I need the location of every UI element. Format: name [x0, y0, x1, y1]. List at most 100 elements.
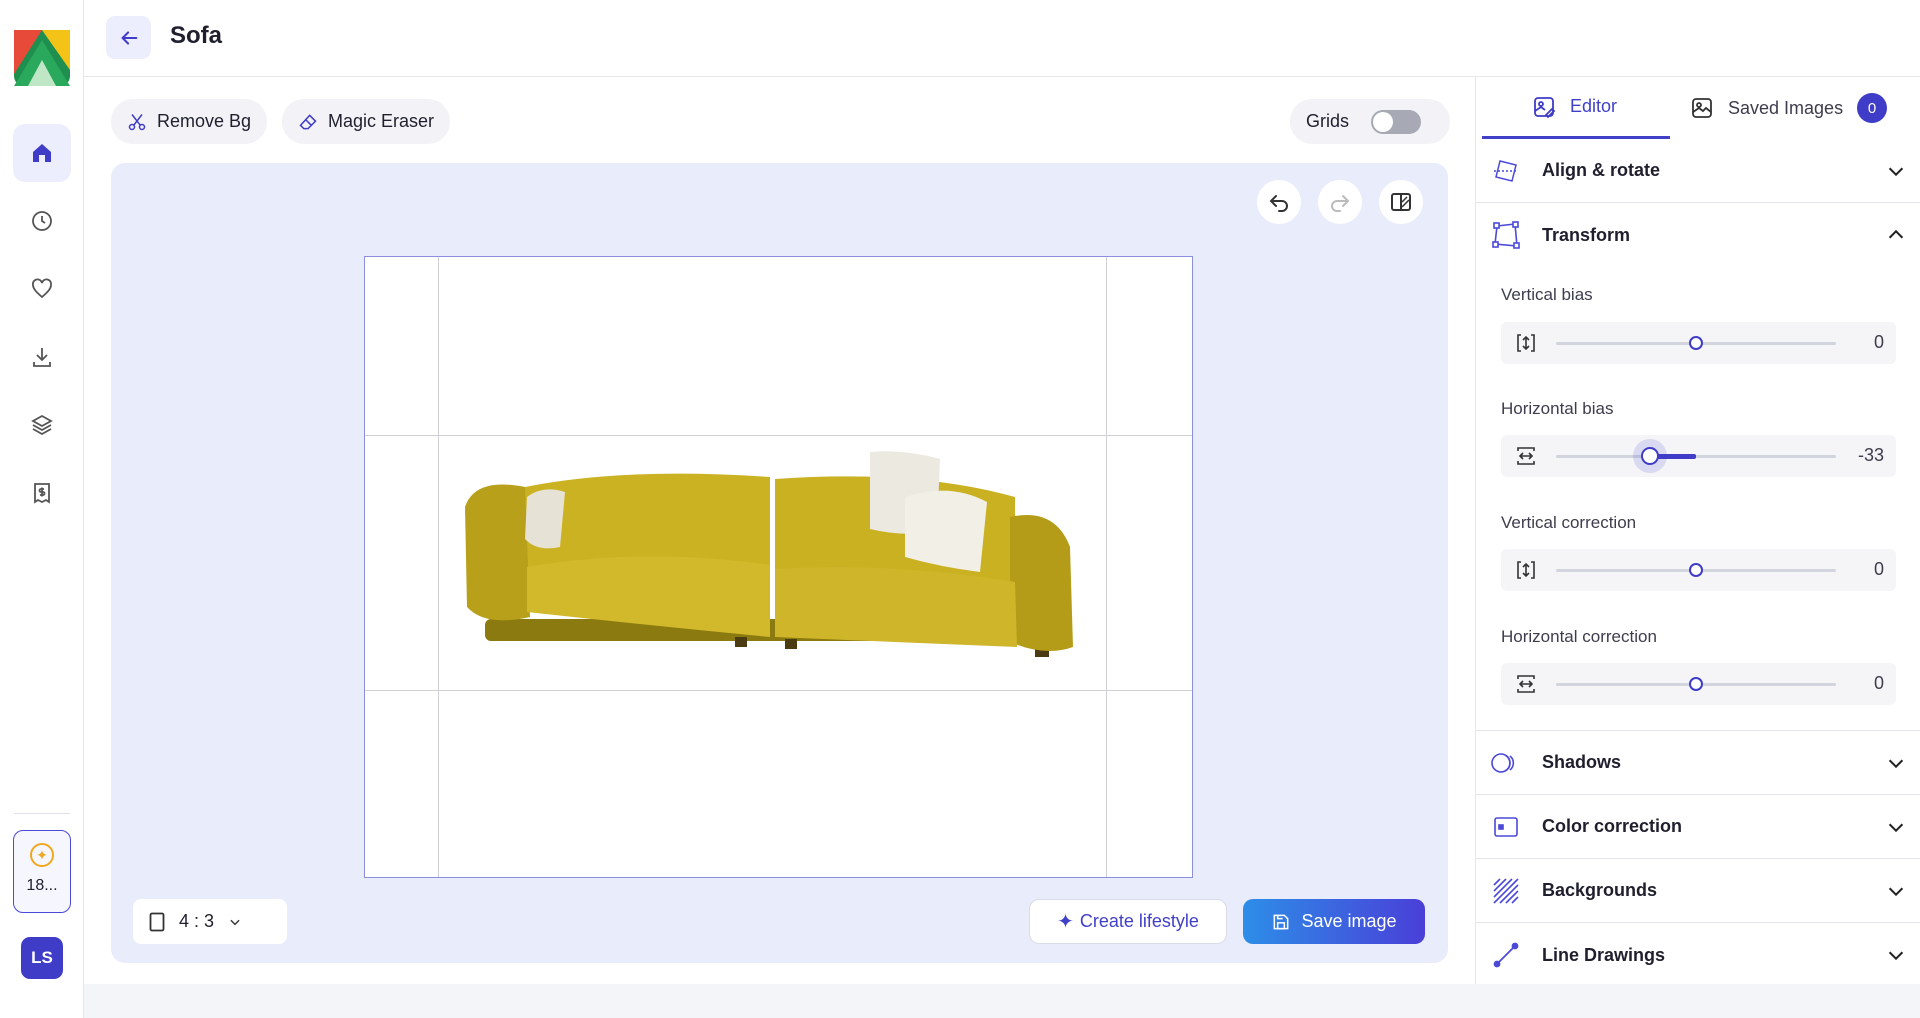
vertical-correction-slider: 0: [1501, 549, 1896, 591]
slider-thumb[interactable]: [1640, 447, 1659, 465]
compare-icon: [1391, 193, 1411, 211]
section-label: Shadows: [1542, 752, 1622, 772]
vertical-bias-value: 0: [1873, 332, 1884, 352]
grids-label: Grids: [1306, 111, 1350, 131]
slider-track[interactable]: [1556, 563, 1836, 577]
shadows-icon: [1491, 752, 1515, 773]
chevron-down-icon: [1888, 887, 1904, 896]
vertical-correction-label: Vertical correction: [1501, 513, 1637, 532]
eraser-icon: [299, 113, 317, 129]
tab-editor[interactable]: Editor: [1482, 77, 1670, 139]
arrow-left-icon: [120, 30, 137, 45]
save-image-button[interactable]: Save image: [1243, 899, 1425, 944]
slider-thumb[interactable]: [1689, 677, 1703, 691]
section-line-drawings[interactable]: Line Drawings: [1476, 923, 1920, 987]
layers-icon: [31, 414, 53, 436]
create-lifestyle-button[interactable]: ✦ Create lifestyle: [1029, 899, 1227, 944]
downloads-icon: [33, 348, 51, 367]
credits-count: 18...: [26, 877, 58, 894]
tab-saved-images[interactable]: Saved Images 0: [1690, 77, 1915, 139]
sofa-image: [465, 451, 1073, 657]
horizontal-bias-slider: -33: [1501, 435, 1896, 477]
undo-button[interactable]: [1257, 180, 1301, 224]
aspect-ratio-select[interactable]: 4 : 3: [133, 899, 287, 944]
backgrounds-icon: [1493, 877, 1519, 904]
history-icon: [32, 211, 52, 231]
saved-images-icon: [1692, 98, 1712, 118]
section-shadows[interactable]: Shadows: [1476, 731, 1920, 795]
section-align-rotate[interactable]: Align & rotate: [1476, 139, 1920, 203]
horizontal-correction-label: Horizontal correction: [1501, 627, 1657, 646]
aspect-ratio-value: 4 : 3: [179, 911, 215, 931]
horizontal-bias-value: -33: [1857, 445, 1884, 465]
back-button[interactable]: [106, 16, 151, 59]
top-bar: Sofa: [84, 0, 1920, 77]
aspect-ratio-icon: [149, 912, 165, 931]
user-avatar[interactable]: LS: [21, 937, 63, 979]
scissors-icon: [128, 113, 146, 130]
canvas-area: 4 : 3 ✦ Create lifestyle Save image: [111, 163, 1448, 963]
remove-bg-label: Remove Bg: [157, 111, 252, 131]
grids-toggle[interactable]: [1371, 109, 1422, 134]
align-rotate-icon: [1494, 159, 1518, 182]
vertical-correction-value: 0: [1873, 559, 1884, 579]
nav-layers[interactable]: [13, 396, 71, 454]
compare-button[interactable]: [1379, 180, 1423, 224]
panel-tabs: Editor Saved Images 0: [1476, 77, 1920, 139]
redo-icon: [1331, 195, 1350, 212]
magic-eraser-button[interactable]: Magic Eraser: [282, 99, 451, 144]
vertical-adjust-icon: [1517, 334, 1535, 352]
line-drawing-icon: [1493, 942, 1519, 968]
sparkle-icon: ✦: [1057, 911, 1074, 933]
section-label: Transform: [1542, 224, 1631, 245]
nav-downloads[interactable]: [13, 328, 71, 386]
grid-line: [365, 435, 1192, 436]
transform-icon: [1492, 221, 1520, 249]
image-canvas[interactable]: [364, 256, 1193, 878]
tab-editor-label: Editor: [1570, 96, 1618, 116]
home-icon: [33, 144, 51, 162]
nav-favorites[interactable]: [13, 260, 71, 318]
magic-eraser-label: Magic Eraser: [328, 111, 435, 131]
save-image-label: Save image: [1301, 911, 1397, 931]
page-title: Sofa: [170, 22, 223, 49]
vertical-adjust-icon: [1517, 561, 1535, 579]
create-lifestyle-label: Create lifestyle: [1079, 911, 1199, 931]
section-label: Line Drawings: [1542, 944, 1666, 965]
favorites-icon: [32, 278, 52, 299]
vertical-bias-label: Vertical bias: [1501, 285, 1593, 304]
chevron-down-icon: [1888, 167, 1904, 176]
slider-track[interactable]: [1556, 447, 1836, 465]
receipt-icon: [34, 483, 50, 504]
color-correction-icon: [1494, 816, 1518, 837]
slider-thumb[interactable]: [1689, 563, 1703, 577]
nav-home[interactable]: [13, 124, 71, 182]
section-transform[interactable]: Transform: [1476, 203, 1920, 267]
horizontal-correction-value: 0: [1873, 673, 1884, 693]
section-label: Color correction: [1542, 816, 1683, 836]
slider-track[interactable]: [1556, 677, 1836, 691]
workspace: Remove Bg Magic Eraser Grids 4: 3 ✦ Cre…: [84, 77, 1475, 984]
section-color-correction[interactable]: Color correction: [1476, 795, 1920, 859]
app-logo[interactable]: [14, 30, 70, 86]
grid-line: [365, 690, 1192, 691]
tab-saved-images-label: Saved Images: [1728, 97, 1844, 118]
slider-thumb[interactable]: [1689, 336, 1703, 350]
section-backgrounds[interactable]: Backgrounds: [1476, 859, 1920, 923]
horizontal-adjust-icon: [1517, 447, 1535, 465]
redo-button[interactable]: [1318, 180, 1362, 224]
nav-history[interactable]: [13, 192, 71, 250]
credits-button[interactable]: ✦ 18...: [13, 830, 71, 913]
nav-billing[interactable]: [13, 464, 71, 522]
sidebar: ✦ 18... LS: [0, 0, 84, 1018]
save-icon: [1274, 914, 1289, 929]
slider-track[interactable]: [1556, 336, 1836, 350]
footer-strip: [84, 984, 1920, 1018]
image-edit-icon: [1534, 96, 1556, 118]
grid-line: [438, 257, 439, 877]
section-label: Backgrounds: [1542, 880, 1658, 900]
section-label: Align & rotate: [1542, 160, 1661, 180]
remove-bg-button[interactable]: Remove Bg: [111, 99, 268, 144]
chevron-down-icon: [1888, 951, 1904, 961]
credit-coin-icon: ✦: [30, 843, 54, 867]
